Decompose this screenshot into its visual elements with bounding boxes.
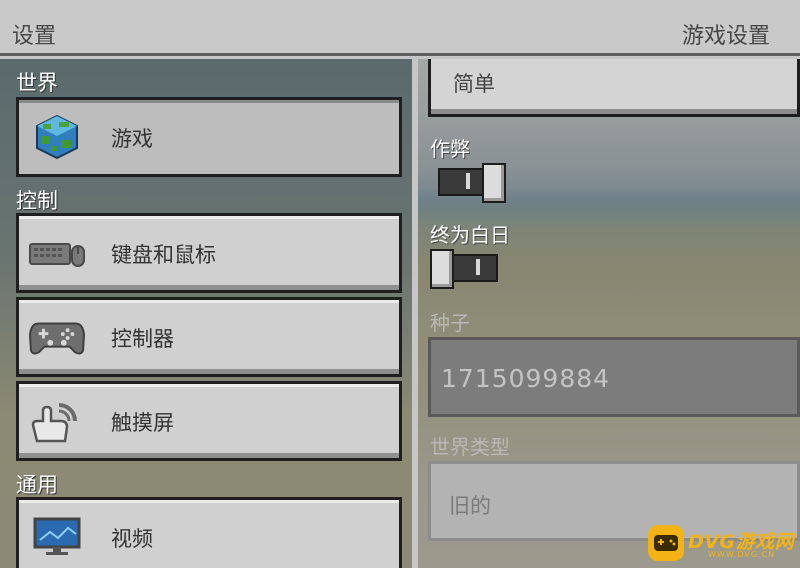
sidebar-item-label: 键盘和鼠标: [111, 243, 216, 267]
toggle-knob: [430, 249, 454, 289]
sidebar-item-touchscreen[interactable]: 触摸屏: [16, 381, 402, 461]
sidebar-item-video[interactable]: 视频: [16, 497, 402, 568]
sidebar-item-label: 视频: [111, 527, 153, 551]
world-type-value: 旧的: [449, 494, 491, 518]
section-label-general: 通用: [16, 473, 58, 497]
sidebar-item-controller[interactable]: 控制器: [16, 297, 402, 377]
section-label-controls: 控制: [16, 189, 58, 213]
settings-sidebar: 世界 游戏 控制 键盘和鼠标 控制器 触摸屏 通用 视频: [0, 59, 412, 568]
touch-hand-icon: [29, 398, 85, 444]
watermark-url: WWW.DVG.CN: [708, 550, 776, 559]
seed-value: 1715099884: [441, 364, 611, 393]
always-day-toggle[interactable]: [430, 249, 498, 289]
settings-header: 设置 游戏设置: [0, 0, 800, 56]
world-type-label: 世界类型: [430, 435, 510, 459]
watermark-logo: DVG游戏网 WWW.DVG.CN: [648, 525, 798, 561]
sidebar-item-label: 控制器: [111, 327, 174, 351]
page-title: 设置: [12, 24, 57, 49]
cheats-label: 作弊: [430, 137, 470, 161]
toggle-pip: [476, 259, 480, 275]
monitor-icon: [29, 514, 85, 560]
toggle-knob: [482, 163, 506, 203]
sidebar-item-game[interactable]: 游戏: [16, 97, 402, 177]
cheats-toggle[interactable]: [438, 163, 506, 203]
world-globe-icon: [29, 114, 85, 160]
game-settings-panel: 简单 作弊 终为白日 种子 1715099884 世界类型 旧的: [418, 59, 800, 568]
keyboard-mouse-icon: [29, 230, 85, 276]
gamepad-icon: [29, 314, 85, 360]
gamepad-logo-icon: [648, 525, 684, 561]
sidebar-item-label: 触摸屏: [111, 411, 174, 435]
sidebar-item-label: 游戏: [111, 127, 153, 151]
difficulty-value: 简单: [453, 72, 495, 96]
difficulty-dropdown[interactable]: 简单: [428, 59, 800, 117]
section-label-world: 世界: [16, 71, 58, 95]
seed-label: 种子: [430, 311, 470, 335]
toggle-pip: [466, 173, 470, 189]
page-subtitle: 游戏设置: [681, 24, 770, 49]
seed-input[interactable]: 1715099884: [428, 337, 800, 417]
sidebar-item-keyboard-mouse[interactable]: 键盘和鼠标: [16, 213, 402, 293]
always-day-label: 终为白日: [430, 223, 510, 247]
